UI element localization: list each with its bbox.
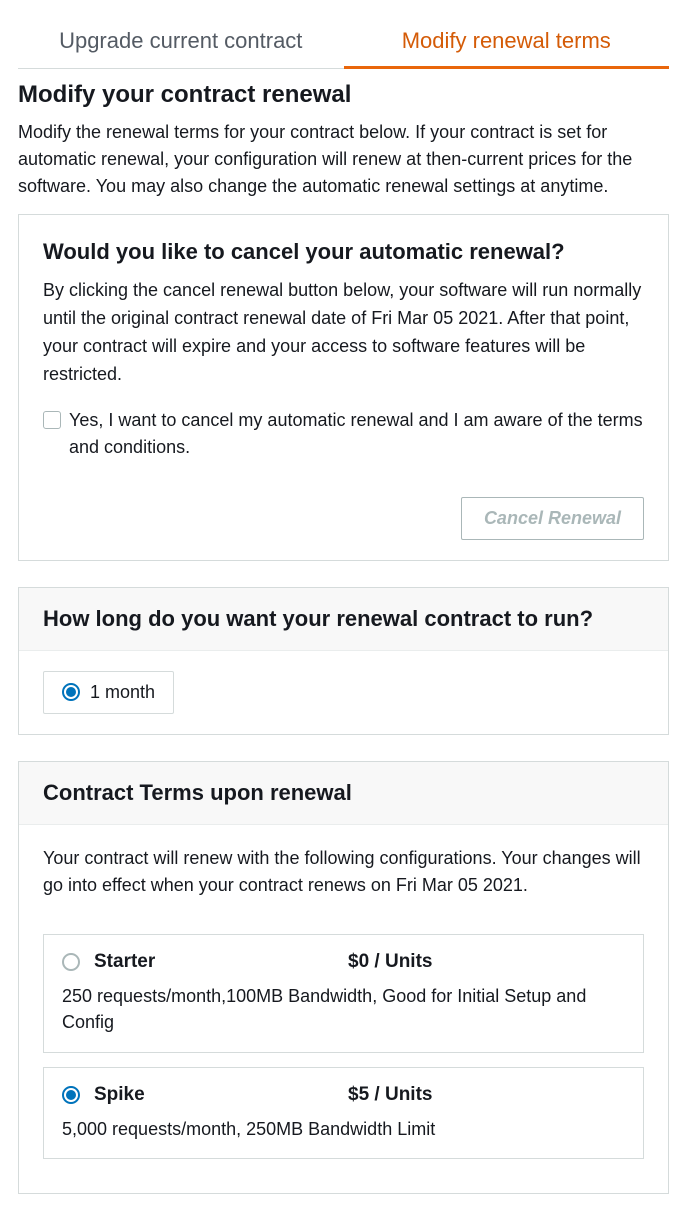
plan-spike-name: Spike xyxy=(94,1084,334,1106)
tab-modify-renewal[interactable]: Modify renewal terms xyxy=(344,18,670,68)
plan-spike[interactable]: Spike $5 / Units 5,000 requests/month, 2… xyxy=(43,1067,644,1159)
plan-spike-desc: 5,000 requests/month, 250MB Bandwidth Li… xyxy=(62,1116,625,1142)
cancel-checkbox-label: Yes, I want to cancel my automatic renew… xyxy=(69,407,644,461)
plan-spike-price: $5 / Units xyxy=(348,1084,432,1106)
duration-heading: How long do you want your renewal contra… xyxy=(19,588,668,651)
duration-option-label: 1 month xyxy=(90,682,155,703)
plan-starter[interactable]: Starter $0 / Units 250 requests/month,10… xyxy=(43,934,644,1052)
plan-starter-radio[interactable] xyxy=(62,953,80,971)
cancel-renewal-button[interactable]: Cancel Renewal xyxy=(461,497,644,540)
duration-card: How long do you want your renewal contra… xyxy=(18,587,669,735)
cancel-text: By clicking the cancel renewal button be… xyxy=(43,277,644,389)
tab-upgrade-contract[interactable]: Upgrade current contract xyxy=(18,18,344,68)
cancel-heading: Would you like to cancel your automatic … xyxy=(43,239,644,265)
duration-option-1-month[interactable]: 1 month xyxy=(43,671,174,714)
plan-spike-radio[interactable] xyxy=(62,1086,80,1104)
page-title: Modify your contract renewal xyxy=(18,81,669,109)
cancel-renewal-card: Would you like to cancel your automatic … xyxy=(18,214,669,561)
page-description: Modify the renewal terms for your contra… xyxy=(18,119,669,200)
cancel-checkbox-row: Yes, I want to cancel my automatic renew… xyxy=(43,407,644,461)
terms-heading: Contract Terms upon renewal xyxy=(19,762,668,825)
plan-starter-price: $0 / Units xyxy=(348,951,432,973)
tabs: Upgrade current contract Modify renewal … xyxy=(18,18,669,69)
plan-starter-desc: 250 requests/month,100MB Bandwidth, Good… xyxy=(62,983,625,1035)
terms-intro: Your contract will renew with the follow… xyxy=(43,845,644,901)
contract-terms-card: Contract Terms upon renewal Your contrac… xyxy=(18,761,669,1194)
radio-icon xyxy=(62,683,80,701)
plan-starter-name: Starter xyxy=(94,951,334,973)
cancel-checkbox[interactable] xyxy=(43,411,61,429)
